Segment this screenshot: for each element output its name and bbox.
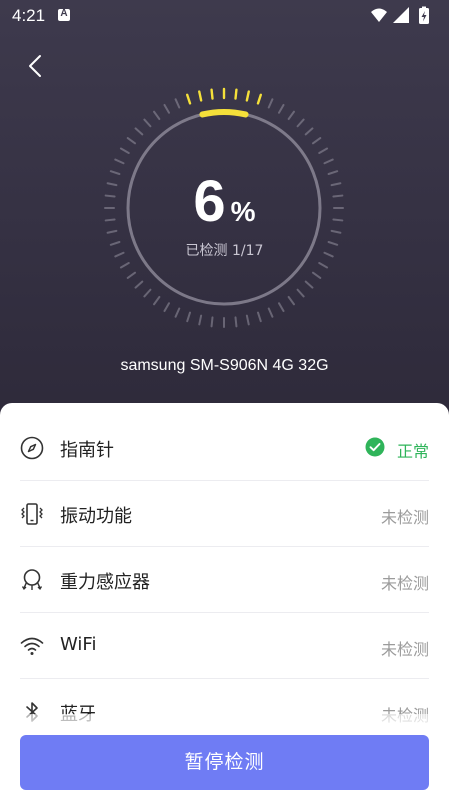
- gauge-tick: [119, 147, 130, 154]
- gauge-tick: [296, 288, 305, 298]
- gauge-tick: [198, 314, 203, 326]
- gauge-tick: [318, 262, 329, 269]
- gauge-tick-active: [198, 90, 203, 102]
- gauge-tick: [287, 295, 295, 306]
- check-status: 未检测: [380, 508, 429, 527]
- percent-display: 6%: [0, 168, 449, 235]
- gauge-tick: [318, 147, 329, 154]
- check-row-gravity-sensor[interactable]: 重力感应器 未检测: [20, 547, 429, 613]
- vibration-icon: [21, 503, 43, 525]
- gauge-tick: [174, 98, 181, 109]
- gauge-tick: [143, 118, 152, 128]
- gravity-sensor-icon: [21, 569, 43, 591]
- gauge-tick: [114, 158, 125, 165]
- gauge-tick: [163, 103, 170, 114]
- device-name: samsung SM-S906N 4G 32G: [120, 357, 329, 374]
- pause-detection-button[interactable]: 暂停检测: [20, 735, 429, 790]
- gauge-tick-active: [210, 88, 214, 100]
- gauge-tick: [126, 271, 137, 279]
- gauge-tick-active: [234, 88, 238, 100]
- gauge-tick: [126, 137, 137, 145]
- gauge-tick: [143, 288, 152, 298]
- check-label: 重力感应器: [60, 572, 150, 593]
- check-status: 正常: [396, 442, 429, 461]
- gauge-tick: [186, 311, 192, 323]
- check-label: 振动功能: [60, 506, 132, 527]
- gauge-tick: [256, 311, 262, 323]
- gauge-tick: [234, 316, 238, 328]
- gauge-tick: [267, 307, 274, 318]
- gauge-tick: [304, 127, 314, 136]
- gauge-tick: [278, 302, 285, 313]
- check-list: 指南针 正常 振动功能 未检测 重力感应器 未检测 WiFi 未检测: [0, 415, 449, 745]
- gauge-tick: [304, 280, 314, 289]
- progress-text: 已检测 1/17: [185, 243, 264, 259]
- compass-icon: [20, 436, 44, 460]
- check-row-vibration[interactable]: 振动功能 未检测: [20, 481, 429, 547]
- check-circle-icon: [365, 437, 385, 457]
- gauge-tick-active: [245, 90, 250, 102]
- gauge-tick: [311, 137, 322, 145]
- check-row-wifi[interactable]: WiFi 未检测: [20, 613, 429, 679]
- gauge-tick-active: [256, 93, 262, 105]
- check-row-compass[interactable]: 指南针 正常: [20, 415, 429, 481]
- gauge-tick: [287, 110, 295, 121]
- check-status: 未检测: [380, 640, 429, 659]
- gauge-tick: [153, 295, 161, 306]
- check-label: WiFi: [60, 634, 97, 655]
- wifi-icon: [20, 637, 44, 655]
- gauge-tick: [119, 262, 130, 269]
- check-status: 未检测: [380, 574, 429, 593]
- gauge-tick: [296, 118, 305, 128]
- gauge-tick: [153, 110, 161, 121]
- check-label: 指南针: [60, 440, 114, 461]
- gauge-progress-arc: [199, 109, 249, 118]
- gauge-tick: [163, 302, 170, 313]
- percent-unit: %: [230, 196, 256, 227]
- gauge-tick: [134, 127, 144, 136]
- gauge-tick: [311, 271, 322, 279]
- gauge-tick: [245, 314, 250, 326]
- gauge-tick: [278, 103, 285, 114]
- gauge-tick-active: [186, 93, 192, 105]
- gauge-tick: [323, 158, 334, 165]
- gauge-tick: [210, 316, 214, 328]
- gauge-tick: [134, 280, 144, 289]
- gauge-tick: [267, 98, 274, 109]
- percent-value: 6: [193, 169, 227, 234]
- gauge-tick: [174, 307, 181, 318]
